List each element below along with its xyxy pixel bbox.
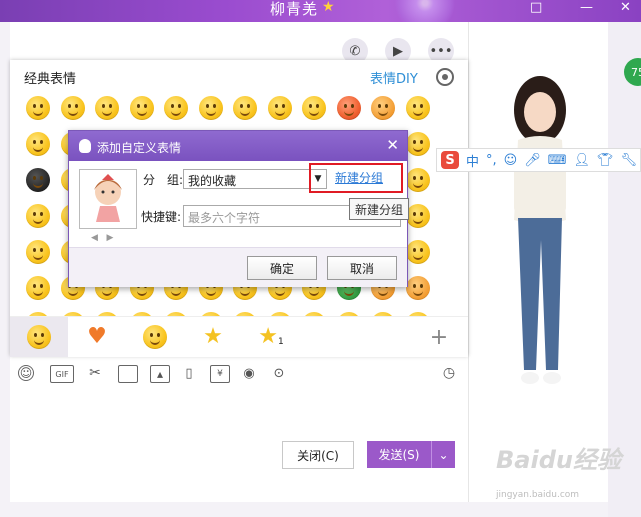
emoji-icon[interactable]	[164, 96, 188, 120]
emoji-icon[interactable]	[95, 96, 119, 120]
send-button[interactable]: 发送(S) ⌄	[367, 441, 455, 468]
emoji-tabs: ♥ ★ ★ 1 +	[10, 316, 468, 357]
emoji-icon[interactable]	[198, 96, 223, 120]
dialog-header: 添加自定义表情 ✕	[69, 131, 407, 161]
music-icon[interactable]: ◉	[240, 365, 258, 381]
title-bar-button[interactable]: □	[530, 0, 542, 15]
folder-icon[interactable]	[118, 365, 138, 383]
microphone-icon[interactable]: 🎤︎	[524, 153, 541, 168]
dialog-close-icon[interactable]: ✕	[386, 136, 399, 154]
add-emoji-tab-button[interactable]: +	[410, 317, 468, 357]
ok-button[interactable]: 确定	[247, 256, 317, 280]
emoji-icon[interactable]	[26, 132, 50, 156]
image-icon[interactable]: ▴	[150, 365, 170, 383]
gear-icon[interactable]	[436, 68, 454, 86]
history-clock-icon[interactable]: ◷	[440, 365, 458, 381]
group-select-value: 我的收藏	[188, 174, 237, 188]
emoji-icon[interactable]	[60, 96, 85, 120]
emoji-panel-title: 经典表情	[24, 72, 77, 87]
ime-mode-label[interactable]: 中	[466, 151, 479, 170]
new-group-highlight: 新建分组	[309, 163, 403, 193]
wrench-icon[interactable]: 🔧︎	[621, 153, 638, 168]
emoji-icon[interactable]	[267, 96, 292, 120]
grin-icon	[143, 325, 167, 349]
emoji-icon[interactable]	[405, 276, 430, 300]
smile-icon	[27, 325, 51, 349]
heart-icon: ♥	[87, 324, 107, 349]
tab-star-1[interactable]: ★ 1	[242, 317, 300, 357]
shake-icon[interactable]: ▯	[180, 365, 198, 381]
group-label: 分 组:	[143, 173, 184, 187]
star-icon: ★	[258, 324, 278, 349]
new-group-link[interactable]: 新建分组	[335, 169, 383, 186]
preview-nav-arrows-icon[interactable]: ◀ ▶	[91, 233, 113, 243]
gif-icon[interactable]: GIF	[50, 365, 74, 383]
hotkey-placeholder: 最多六个字符	[188, 211, 261, 225]
screenshot-scissors-icon[interactable]: ✂	[86, 365, 104, 381]
watermark-brand: Baidu经验	[496, 446, 621, 474]
emoji-icon[interactable]	[26, 168, 50, 192]
watermark-url: jingyan.baidu.com	[496, 490, 580, 500]
window-title-bar: 柳青羌 ★ □ — ✕	[0, 0, 641, 22]
punctuation-icon[interactable]: °,	[486, 153, 497, 168]
cancel-button[interactable]: 取消	[327, 256, 397, 280]
emoji-preview-image	[94, 174, 122, 222]
minimize-button[interactable]: —	[580, 0, 593, 15]
emoji-icon[interactable]	[405, 96, 430, 120]
emoji-icon[interactable]	[26, 276, 50, 300]
hotkey-label: 快捷键:	[141, 210, 182, 224]
emoji-icon[interactable]	[26, 204, 50, 228]
shirt-icon[interactable]: 👕︎	[597, 153, 614, 168]
emoji-icon[interactable]	[336, 96, 361, 120]
emoji-icon[interactable]	[405, 204, 430, 228]
new-group-tooltip: 新建分组	[349, 198, 409, 220]
baidu-watermark: Baidu经验 jingyan.baidu.com	[496, 440, 636, 510]
window-title: 柳青羌	[270, 0, 319, 18]
plus-icon: +	[429, 324, 449, 350]
show-avatar-image	[514, 76, 566, 384]
keyboard-icon[interactable]: ⌨	[548, 153, 567, 168]
emoji-icon[interactable]	[405, 132, 430, 156]
red-packet-icon[interactable]: ¥	[210, 365, 230, 383]
star-icon: ★	[203, 324, 223, 349]
group-select[interactable]: 我的收藏 ▼	[183, 169, 327, 189]
title-decoration	[390, 0, 460, 22]
dialog-footer: 确定 取消	[69, 247, 407, 287]
input-toolbar: ☺ GIF ✂ ▴ ▯ ¥ ◉ ⊙ ◷	[10, 360, 468, 388]
user-icon[interactable]: 👤︎	[574, 153, 591, 168]
close-button[interactable]: 关闭(C)	[282, 441, 354, 469]
vip-star-icon: ★	[322, 0, 335, 15]
emoji-icon[interactable]: ☺	[18, 365, 34, 381]
emoji-icon[interactable]	[26, 96, 50, 120]
send-button-label: 发送(S)	[378, 448, 420, 462]
tab-emoji-set[interactable]	[126, 317, 184, 357]
tab-count-badge: 1	[278, 337, 284, 347]
tab-star[interactable]: ★	[184, 317, 242, 357]
send-options-chevron-icon[interactable]: ⌄	[431, 441, 455, 468]
emoji-thumbnail	[79, 169, 137, 229]
emoji-icon[interactable]	[405, 168, 430, 192]
more-tools-icon[interactable]: ⊙	[270, 365, 288, 381]
sogou-ime-toolbar: S 中 °, ☺ 🎤︎ ⌨ 👤︎ 👕︎ 🔧︎	[436, 148, 641, 172]
dialog-title: 添加自定义表情	[97, 141, 182, 155]
tab-favorites[interactable]: ♥	[68, 317, 126, 357]
qq-penguin-icon	[79, 139, 91, 153]
emoji-icon[interactable]	[129, 96, 154, 120]
smiley-icon[interactable]: ☺	[504, 153, 518, 168]
emoji-icon[interactable]	[302, 96, 326, 120]
emoji-diy-link[interactable]: 表情DIY	[370, 68, 418, 87]
close-window-icon[interactable]: ✕	[620, 0, 631, 15]
sogou-logo-icon[interactable]: S	[441, 151, 459, 169]
emoji-icon[interactable]	[26, 240, 50, 264]
emoji-icon[interactable]	[233, 96, 257, 120]
emoji-icon[interactable]	[405, 240, 430, 264]
emoji-icon[interactable]	[371, 96, 395, 120]
tab-classic-emoji[interactable]	[10, 317, 68, 357]
